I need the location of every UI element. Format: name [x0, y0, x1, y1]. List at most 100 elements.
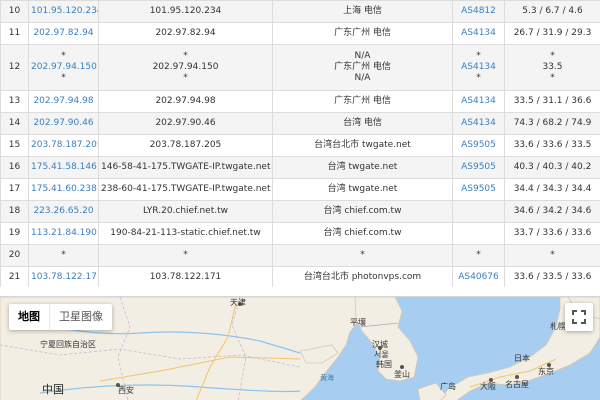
asn-link[interactable]: AS40676: [458, 272, 499, 282]
asn-link[interactable]: AS4134: [461, 28, 496, 38]
cell-text: 11: [8, 28, 21, 38]
cell-host: 103.78.122.171: [98, 266, 273, 289]
ip-link[interactable]: 202.97.94.98: [33, 96, 93, 106]
ip-link[interactable]: 202.97.82.94: [33, 28, 93, 38]
cell-text: *: [360, 250, 365, 260]
cell-asn: AS4134: [452, 90, 505, 113]
map-label-nagoya: 名古屋: [505, 380, 529, 389]
cell-asn: AS9505: [452, 178, 505, 201]
cell-text: 15: [8, 140, 21, 150]
ip-link[interactable]: 203.78.187.205: [31, 140, 98, 150]
asn-link[interactable]: AS9505: [461, 162, 496, 172]
cell-time: 74.3 / 68.2 / 74.9: [504, 112, 600, 135]
cell-text: *: [476, 51, 481, 61]
ip-link[interactable]: 202.97.94.150: [31, 62, 97, 72]
ip-link[interactable]: 101.95.120.234: [31, 6, 98, 16]
cell-loc: *: [272, 244, 453, 267]
map-type-map-button[interactable]: 地图: [9, 304, 49, 330]
cell-hop: 12: [0, 44, 29, 91]
cell-hop: 17: [0, 178, 29, 201]
table-row: 11 202.97.82.94 202.97.82.94 广东广州 电信 AS4134 2…: [0, 22, 600, 45]
table-row: 20 * * * * *: [0, 244, 600, 267]
asn-link[interactable]: AS4134: [461, 118, 496, 128]
map-label-pyongyang: 平壤: [350, 318, 366, 327]
cell-host: 146-58-41-175.TWGATE-IP.twgate.net: [98, 156, 273, 179]
table-row: 18 223.26.65.20 LYR.20.chief.net.tw 台湾 chie…: [0, 200, 600, 223]
cell-text: 10: [8, 6, 21, 16]
ip-link[interactable]: 202.97.90.46: [33, 118, 93, 128]
map-type-control: 地图 卫星图像: [9, 304, 112, 330]
cell-host: *: [98, 244, 273, 267]
cell-host: 202.97.82.94: [98, 22, 273, 45]
cell-text: 33.5: [542, 62, 563, 72]
map-label-tokyo: 东京: [538, 367, 554, 376]
cell-hop: 18: [0, 200, 29, 223]
cell-time: 33.5 / 31.1 / 36.6: [504, 90, 600, 113]
table-row: 15 203.78.187.205 203.78.187.205 台湾台北市 twga…: [0, 134, 600, 157]
cell-time: 40.3 / 40.3 / 40.2: [504, 156, 600, 179]
traceroute-table: 10 101.95.120.234 101.95.120.234 上海 电信 AS481…: [0, 0, 600, 289]
table-row: 14 202.97.90.46 202.97.90.46 台湾 电信 AS4134 74.…: [0, 112, 600, 135]
map-panel[interactable]: 天津 宁夏回族自治区 中国 西安 平壤 서울 汉城 韩国 釜山 黄海 日本 东京…: [0, 296, 600, 400]
cell-hop: 11: [0, 22, 29, 45]
cell-loc: 台湾 chief.com.tw: [272, 200, 453, 223]
asn-link[interactable]: AS9505: [461, 184, 496, 194]
asn-link[interactable]: AS4134: [461, 62, 496, 72]
cell-ip: 203.78.187.205: [28, 134, 99, 157]
cell-text: *: [550, 250, 555, 260]
cell-time: 33.6 / 33.6 / 33.5: [504, 134, 600, 157]
ip-link[interactable]: 223.26.65.20: [33, 206, 93, 216]
cell-text: 34.4 / 34.3 / 34.4: [513, 184, 592, 194]
cell-hop: 14: [0, 112, 29, 135]
cell-host: 203.78.187.205: [98, 134, 273, 157]
ip-link[interactable]: 175.41.58.146: [31, 162, 97, 172]
cell-text: 19: [8, 228, 21, 238]
cell-host: 101.95.120.234: [98, 0, 273, 23]
cell-loc: 台湾 twgate.net: [272, 156, 453, 179]
cell-hop: 15: [0, 134, 29, 157]
cell-text: 16: [8, 162, 21, 172]
cell-text: *: [183, 250, 188, 260]
cell-time: 33.7 / 33.6 / 33.6: [504, 222, 600, 245]
map-label-hancheng: 汉城: [372, 340, 388, 349]
cell-time: 33.6 / 33.5 / 33.6: [504, 266, 600, 289]
asn-link[interactable]: AS4134: [461, 96, 496, 106]
table-row: 10 101.95.120.234 101.95.120.234 上海 电信 AS481…: [0, 0, 600, 23]
cell-asn: AS4134: [452, 112, 505, 135]
cell-text: 12: [8, 62, 21, 72]
ip-link[interactable]: 103.78.122.171: [31, 272, 98, 282]
cell-text: 广东广州 电信: [334, 62, 391, 72]
cell-ip: * 202.97.94.150 *: [28, 44, 99, 91]
asn-link[interactable]: AS9505: [461, 140, 496, 150]
cell-text: *: [476, 250, 481, 260]
cell-text: 14: [8, 118, 21, 128]
cell-text: *: [550, 51, 555, 61]
table-row: 16 175.41.58.146 146-58-41-175.TWGATE-IP.t…: [0, 156, 600, 179]
cell-ip: 175.41.60.238: [28, 178, 99, 201]
cell-loc: 台湾 chief.com.tw: [272, 222, 453, 245]
cell-text: 101.95.120.234: [149, 6, 222, 16]
cell-host: 202.97.90.46: [98, 112, 273, 135]
table-row: 21 103.78.122.171 103.78.122.171 台湾台北市 phot…: [0, 266, 600, 289]
cell-hop: 16: [0, 156, 29, 179]
map-label-osaka: 大阪: [480, 382, 496, 391]
table-row: 12 * 202.97.94.150 * * 202.97.94.150 * N/A 广东广州 …: [0, 44, 600, 91]
cell-text: 13: [8, 96, 21, 106]
map-type-satellite-button[interactable]: 卫星图像: [49, 304, 112, 330]
cell-text: LYR.20.chief.net.tw: [142, 206, 228, 216]
cell-text: 上海 电信: [343, 6, 382, 16]
cell-host: * 202.97.94.150 *: [98, 44, 273, 91]
table-row: 13 202.97.94.98 202.97.94.98 广东广州 电信 AS4134 3…: [0, 90, 600, 113]
ip-link[interactable]: 113.21.84.190: [31, 228, 97, 238]
ip-link[interactable]: 175.41.60.238: [31, 184, 97, 194]
cell-asn: [452, 222, 505, 245]
table-row: 17 175.41.60.238 238-60-41-175.TWGATE-IP.t…: [0, 178, 600, 201]
fullscreen-button[interactable]: [565, 303, 593, 331]
cell-text: 34.6 / 34.2 / 34.6: [513, 206, 592, 216]
asn-link[interactable]: AS4812: [461, 6, 496, 16]
map-label-korea: 韩国: [376, 360, 392, 369]
cell-loc: 台湾台北市 twgate.net: [272, 134, 453, 157]
cell-text: 台湾 chief.com.tw: [323, 206, 402, 216]
cell-text: 33.6 / 33.5 / 33.6: [513, 272, 592, 282]
cell-text: 17: [8, 184, 21, 194]
